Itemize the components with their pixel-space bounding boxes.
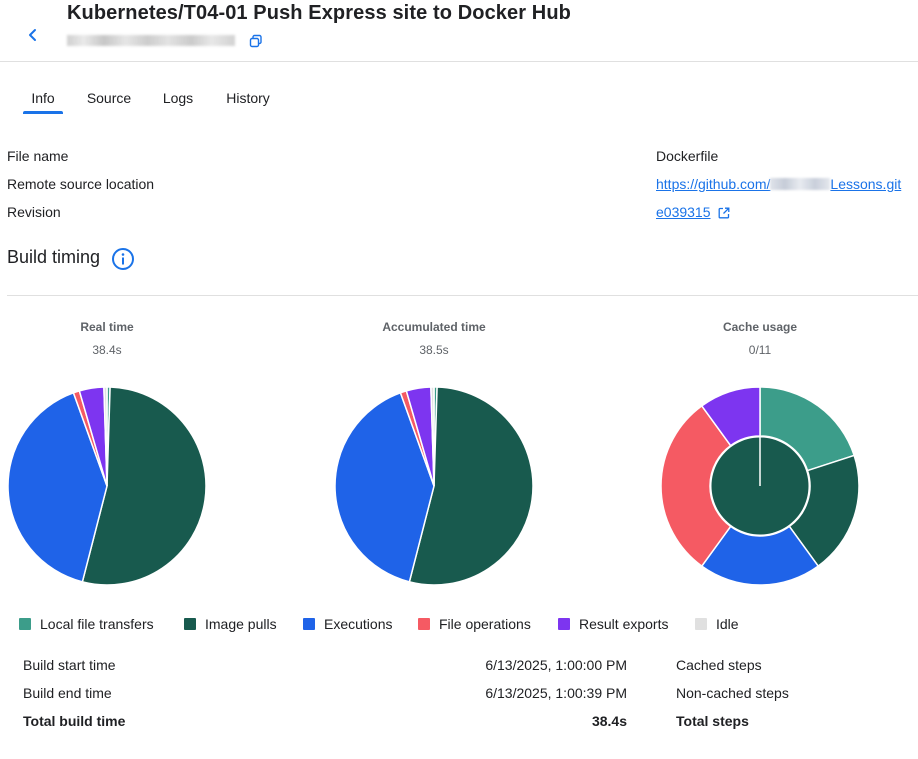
legend-item-idle[interactable]: Idle <box>695 616 739 632</box>
page-header: Kubernetes/T04-01 Push Express site to D… <box>0 0 918 62</box>
active-tab-indicator <box>23 111 63 114</box>
page-title: Kubernetes/T04-01 Push Express site to D… <box>67 2 571 24</box>
cache-usage-value: 0/11 <box>748 343 772 357</box>
info-icon[interactable] <box>111 247 135 271</box>
legend-label: File operations <box>439 616 531 632</box>
tab-info-label: Info <box>31 90 55 106</box>
legend-label: Local file transfers <box>40 616 154 632</box>
file-name-label: File name <box>7 148 69 164</box>
cached-steps-label: Cached steps <box>676 657 762 673</box>
back-button[interactable] <box>20 22 46 48</box>
real-time-chart-header: Real time 38.4s <box>0 320 217 357</box>
tab-logs[interactable]: Logs <box>158 80 198 116</box>
build-end-value: 6/13/2025, 1:00:39 PM <box>485 685 627 701</box>
revision-link[interactable]: e039315 <box>656 204 711 220</box>
remote-url-suffix[interactable]: Lessons.git <box>830 176 901 192</box>
remote-source-link[interactable]: https://github.com/Lessons.git <box>656 176 901 192</box>
legend-swatch <box>558 618 570 630</box>
legend-item-result-exports[interactable]: Result exports <box>558 616 668 632</box>
file-name-value: Dockerfile <box>656 148 719 164</box>
tab-history[interactable]: History <box>222 80 274 116</box>
legend-swatch <box>184 618 196 630</box>
legend-item-local-file-transfers[interactable]: Local file transfers <box>19 616 154 632</box>
build-start-label: Build start time <box>23 657 116 673</box>
cache-usage-donut-chart <box>660 386 860 586</box>
total-build-time-value: 38.4s <box>591 713 627 729</box>
cache-usage-chart-header: Cache usage 0/11 <box>650 320 870 357</box>
legend-item-image-pulls[interactable]: Image pulls <box>184 616 277 632</box>
real-time-value: 38.4s <box>92 343 122 357</box>
build-end-label: Build end time <box>23 685 112 701</box>
legend-swatch <box>418 618 430 630</box>
real-time-title: Real time <box>80 320 134 334</box>
tab-source-label: Source <box>86 90 132 106</box>
build-start-value: 6/13/2025, 1:00:00 PM <box>485 657 627 673</box>
legend-label: Idle <box>716 616 739 632</box>
tab-history-label: History <box>226 90 270 106</box>
remote-url-prefix[interactable]: https://github.com/ <box>656 176 770 192</box>
total-build-time-label: Total build time <box>23 713 126 729</box>
open-in-new-icon[interactable] <box>718 207 730 219</box>
accumulated-time-value: 38.5s <box>419 343 449 357</box>
accumulated-time-title: Accumulated time <box>382 320 486 334</box>
revision-value[interactable]: e039315 <box>656 204 730 220</box>
accumulated-time-pie-chart <box>334 386 534 586</box>
legend-label: Image pulls <box>205 616 277 632</box>
tab-logs-label: Logs <box>162 90 194 106</box>
revision-label: Revision <box>7 204 61 220</box>
non-cached-steps-label: Non-cached steps <box>676 685 789 701</box>
accumulated-time-chart-header: Accumulated time 38.5s <box>324 320 544 357</box>
remote-source-label: Remote source location <box>7 176 155 192</box>
remote-url-redacted <box>770 178 831 190</box>
copy-icon[interactable] <box>249 34 263 48</box>
cache-usage-title: Cache usage <box>722 320 798 334</box>
build-timing-title: Build timing <box>7 247 101 267</box>
total-steps-label: Total steps <box>676 713 749 729</box>
real-time-pie-chart <box>7 386 207 586</box>
legend-swatch <box>19 618 31 630</box>
tab-source[interactable]: Source <box>84 80 134 116</box>
legend-swatch <box>303 618 315 630</box>
chevron-left-icon <box>29 29 36 41</box>
section-divider <box>7 295 918 296</box>
build-id-redacted <box>67 35 235 46</box>
legend-item-file-operations[interactable]: File operations <box>418 616 531 632</box>
legend-item-executions[interactable]: Executions <box>303 616 392 632</box>
legend-swatch <box>695 618 707 630</box>
legend-label: Executions <box>324 616 393 632</box>
legend-label: Result exports <box>579 616 669 632</box>
